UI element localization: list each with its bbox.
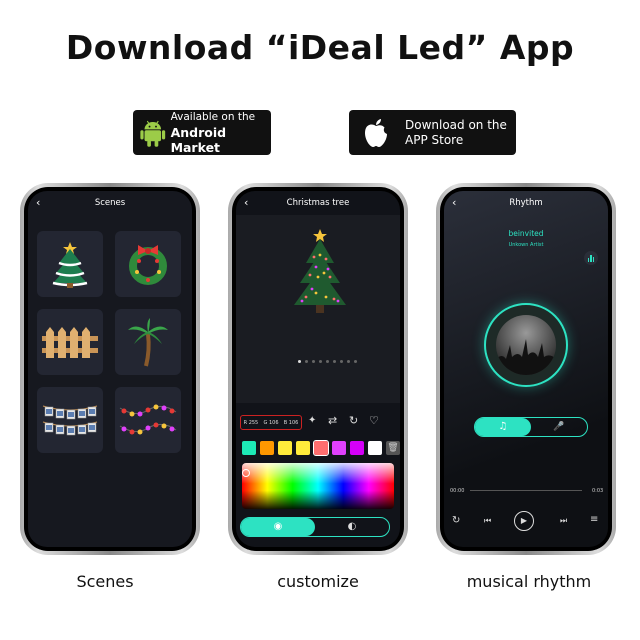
swatch[interactable]: [278, 441, 292, 455]
source-toggle: ♫ 🎤: [474, 417, 588, 437]
scene-tile-photo-string[interactable]: [37, 387, 103, 453]
time-end: 0:03: [592, 488, 604, 494]
swatch-row: 🗑: [236, 440, 400, 457]
swatch[interactable]: [332, 441, 346, 455]
brightness-mode-button[interactable]: ◐: [315, 518, 389, 536]
crowd-icon: [496, 339, 556, 375]
rgb-r: R 255: [243, 419, 259, 426]
apple-badge-line1: Download on the: [405, 117, 507, 132]
scene-tile-light-string[interactable]: [115, 387, 181, 453]
repeat-icon[interactable]: ↻: [452, 515, 460, 526]
caption-rhythm: musical rhythm: [466, 572, 592, 591]
tree-preview: [236, 215, 400, 403]
page-title: Download “iDeal Led” App: [65, 28, 575, 67]
android-badge-line1: Available on the: [170, 111, 256, 123]
album-art: [496, 315, 556, 375]
shuffle-icon[interactable]: ⇄: [328, 414, 337, 427]
led-tree-icon: [294, 229, 346, 313]
trash-icon[interactable]: 🗑: [386, 441, 400, 455]
scene-tile-palm-tree[interactable]: [115, 309, 181, 375]
rgb-readout: R 255 G 106 B 106: [240, 415, 302, 430]
palette-mode-button[interactable]: ◉: [241, 518, 315, 536]
swatch[interactable]: [296, 441, 310, 455]
rhythm-screen: ‹ Rhythm beinvited Unkown Artist ♫ 🎤 00:…: [444, 191, 608, 547]
palm-tree-icon: [128, 318, 168, 367]
swatch[interactable]: [368, 441, 382, 455]
swatch[interactable]: [260, 441, 274, 455]
phone-rhythm: ‹ Rhythm beinvited Unkown Artist ♫ 🎤 00:…: [436, 183, 616, 555]
light-string-icon: [119, 404, 177, 435]
play-button[interactable]: ▶: [514, 511, 534, 531]
equalizer-icon[interactable]: [584, 251, 598, 265]
scenes-header: ‹ Scenes: [28, 191, 192, 215]
phone-customize: ‹ Christmas tree R 255 G 106 B 106 ✦ ⇄ ↻…: [228, 183, 408, 555]
next-icon[interactable]: ⏭: [560, 516, 567, 526]
caption-customize: customize: [277, 572, 359, 591]
back-icon[interactable]: ‹: [452, 196, 456, 209]
customize-header: ‹ Christmas tree: [236, 191, 400, 215]
mic-source-button[interactable]: 🎤: [531, 418, 587, 436]
back-icon[interactable]: ‹: [244, 196, 248, 209]
reset-icon[interactable]: ↻: [349, 414, 358, 427]
scene-tile-christmas-tree[interactable]: [37, 231, 103, 297]
scene-tile-fence[interactable]: [37, 309, 103, 375]
wreath-icon: [129, 245, 167, 285]
artist-name: Unkown Artist: [508, 242, 544, 248]
photo-string-icon: [42, 405, 98, 436]
christmas-tree-icon: [52, 242, 88, 288]
back-icon[interactable]: ‹: [36, 196, 40, 209]
apple-icon: [365, 118, 387, 147]
phone-scenes: ‹ Scenes: [20, 183, 200, 555]
scenes-screen: ‹ Scenes: [28, 191, 192, 547]
picker-handle[interactable]: [242, 469, 250, 477]
scenes-title: Scenes: [94, 198, 126, 208]
album-disc: [484, 303, 568, 387]
playlist-icon[interactable]: ≡: [590, 514, 598, 525]
swatch[interactable]: [350, 441, 364, 455]
rhythm-title: Rhythm: [509, 198, 543, 208]
progress-track[interactable]: [470, 490, 582, 491]
swatch[interactable]: [242, 441, 256, 455]
caption-scenes: Scenes: [76, 572, 134, 591]
swatch[interactable]: [313, 440, 329, 456]
mode-toggle: ◉ ◐: [240, 517, 390, 537]
fence-icon: [42, 327, 98, 358]
rhythm-header: ‹ Rhythm: [444, 191, 608, 215]
app-store-badge[interactable]: Download on the APP Store: [349, 110, 516, 155]
pager-dots: [298, 360, 357, 363]
color-toolbar: R 255 G 106 B 106 ✦ ⇄ ↻ ♡: [236, 414, 400, 431]
android-market-badge[interactable]: Available on the Android Market: [133, 110, 271, 155]
magic-wand-icon[interactable]: ✦: [308, 415, 316, 426]
apple-badge-line2: APP Store: [405, 132, 464, 147]
android-icon: [140, 120, 166, 147]
heart-icon[interactable]: ♡: [369, 414, 379, 427]
color-picker[interactable]: [242, 463, 394, 509]
customize-screen: ‹ Christmas tree R 255 G 106 B 106 ✦ ⇄ ↻…: [236, 191, 400, 547]
android-badge-line2: Android Market: [170, 125, 227, 155]
music-source-button[interactable]: ♫: [475, 418, 531, 436]
song-title: beinvited: [508, 229, 544, 238]
previous-icon[interactable]: ⏮: [484, 516, 491, 526]
customize-title: Christmas tree: [286, 198, 350, 208]
time-start: 00:00: [450, 488, 465, 494]
rgb-g: G 106: [263, 419, 279, 426]
rgb-b: B 106: [283, 419, 299, 426]
scene-tile-wreath[interactable]: [115, 231, 181, 297]
